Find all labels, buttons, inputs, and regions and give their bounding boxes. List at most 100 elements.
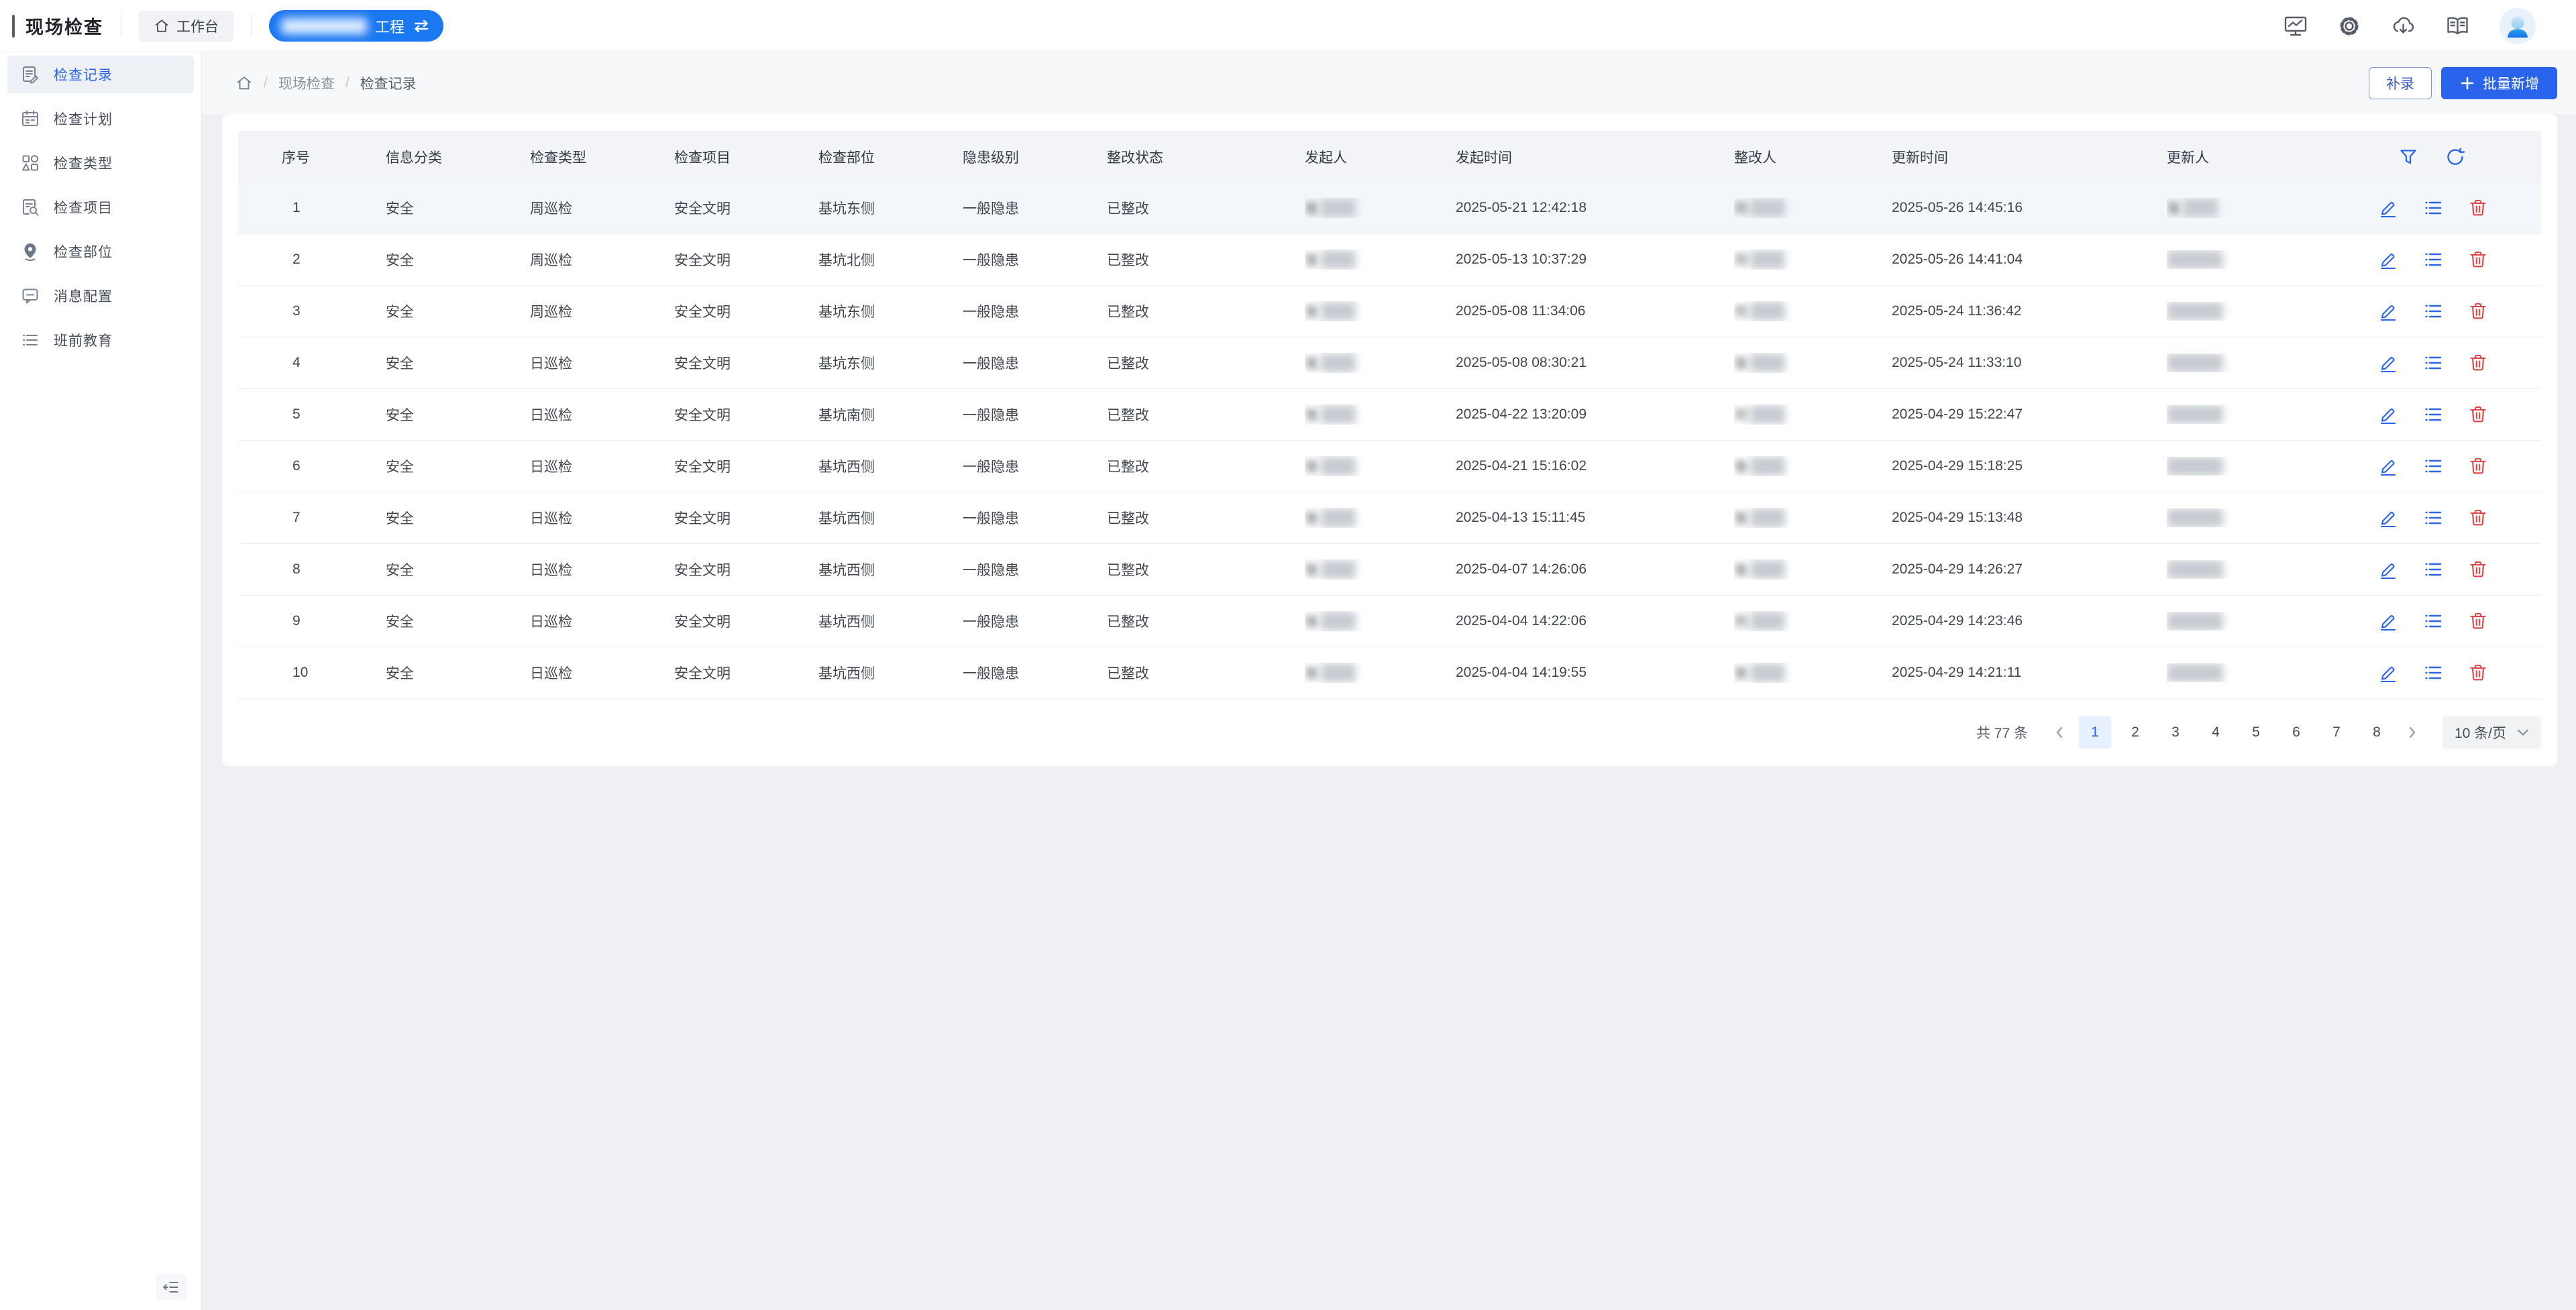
cell-check-type: 日巡检 [530,456,674,476]
refresh-icon[interactable] [2445,147,2465,167]
cell-initiated-at: 2025-04-22 13:20:09 [1456,406,1734,423]
sidebar-item-label: 班前教育 [54,330,113,350]
shapes-icon [20,153,40,173]
edit-icon[interactable] [2378,559,2398,580]
page-button-6[interactable]: 6 [2280,716,2312,749]
page-button-8[interactable]: 8 [2361,716,2393,749]
cell-status: 已整改 [1107,198,1305,218]
edit-icon[interactable] [2378,456,2398,476]
collapse-sidebar-icon [162,1278,180,1296]
col-header: 检查类型 [530,147,674,167]
page-button-1[interactable]: 1 [2079,716,2111,749]
prev-page-button[interactable] [2048,716,2071,749]
detail-list-icon[interactable] [2423,404,2443,425]
page-button-4[interactable]: 4 [2200,716,2232,749]
edit-icon[interactable] [2378,663,2398,683]
delete-icon[interactable] [2468,353,2488,373]
sidebar-item-inspection-records[interactable]: 检查记录 [7,56,194,93]
cell-location: 基坑南侧 [818,404,963,425]
edit-icon[interactable] [2378,508,2398,528]
page-button-7[interactable]: 7 [2320,716,2353,749]
cell-index: 6 [282,458,386,474]
detail-list-icon[interactable] [2423,353,2443,373]
table-row[interactable]: 7 安全 日巡检 安全文明 基坑西侧 一般隐患 已整改 张 2025-04-13… [238,492,2541,544]
table-row[interactable]: 4 安全 日巡检 安全文明 基坑东侧 一般隐患 已整改 张 2025-05-08… [238,337,2541,389]
detail-list-icon[interactable] [2423,301,2443,321]
backfill-button[interactable]: 补录 [2369,67,2432,99]
cell-index: 8 [282,561,386,578]
collapse-sidebar-button[interactable] [156,1274,186,1301]
delete-icon[interactable] [2468,404,2488,425]
detail-list-icon[interactable] [2423,611,2443,631]
cloud-download-icon[interactable] [2391,15,2416,36]
cell-initiated-at: 2025-05-08 08:30:21 [1456,355,1734,371]
cell-category: 安全 [386,301,530,321]
avatar[interactable] [2500,8,2536,44]
delete-icon[interactable] [2468,508,2488,528]
cell-initiated-at: 2025-05-13 10:37:29 [1456,252,1734,268]
sidebar-item-inspection-type[interactable]: 检查类型 [7,144,194,182]
edit-icon[interactable] [2378,611,2398,631]
delete-icon[interactable] [2468,250,2488,270]
col-header: 发起人 [1305,147,1456,167]
cell-updated-at: 2025-04-29 14:21:11 [1892,665,2167,681]
edit-icon[interactable] [2378,198,2398,218]
cell-hazard-level: 一般隐患 [963,198,1107,218]
table-row[interactable]: 10 安全 日巡检 安全文明 基坑西侧 一般隐患 已整改 张 2025-04-0… [238,647,2541,699]
doc-search-icon [20,197,40,217]
filter-icon[interactable] [2398,147,2418,167]
detail-list-icon[interactable] [2423,508,2443,528]
breadcrumb-parent[interactable]: 现场检查 [278,73,335,93]
delete-icon[interactable] [2468,198,2488,218]
edit-icon[interactable] [2378,250,2398,270]
sidebar-item-message-config[interactable]: 消息配置 [7,277,194,315]
detail-list-icon[interactable] [2423,250,2443,270]
manual-icon[interactable] [2445,15,2470,36]
page-button-3[interactable]: 3 [2159,716,2192,749]
col-header: 检查项目 [674,147,818,167]
sidebar-item-pre-shift-education[interactable]: 班前教育 [7,321,194,359]
delete-icon[interactable] [2468,559,2488,580]
breadcrumb-home-icon[interactable] [235,74,253,92]
page-button-2[interactable]: 2 [2119,716,2151,749]
cell-updater [2167,353,2375,372]
batch-add-button[interactable]: 批量新增 [2441,67,2557,99]
edit-icon[interactable] [2378,301,2398,321]
delete-icon[interactable] [2468,611,2488,631]
table-row[interactable]: 5 安全 日巡检 安全文明 基坑南侧 一般隐患 已整改 张 2025-04-22… [238,389,2541,441]
next-page-button[interactable] [2401,716,2424,749]
cell-updated-at: 2025-04-29 15:22:47 [1892,406,2167,423]
table-row[interactable]: 6 安全 日巡检 安全文明 基坑西侧 一般隐患 已整改 张 2025-04-21… [238,441,2541,492]
table-row[interactable]: 2 安全 周巡检 安全文明 基坑北侧 一般隐患 已整改 张 2025-05-13… [238,234,2541,286]
workbench-button[interactable]: 工作台 [139,11,233,42]
table-row[interactable]: 9 安全 日巡检 安全文明 基坑西侧 一般隐患 已整改 张 2025-04-04… [238,596,2541,647]
page-button-5[interactable]: 5 [2240,716,2272,749]
project-switcher[interactable]: 工程 [269,10,443,42]
project-name-suffix: 工程 [375,15,405,37]
cell-status: 已整改 [1107,456,1305,476]
table-row[interactable]: 3 安全 周巡检 安全文明 基坑东侧 一般隐患 已整改 张 2025-05-08… [238,286,2541,337]
sidebar-item-inspection-plan[interactable]: 检查计划 [7,100,194,138]
page-size-select[interactable]: 10 条/页 [2443,716,2541,749]
sidebar-item-label: 检查部位 [54,241,113,262]
detail-list-icon[interactable] [2423,456,2443,476]
detail-list-icon[interactable] [2423,663,2443,683]
sidebar-item-inspection-location[interactable]: 检查部位 [7,233,194,270]
cell-updater [2167,560,2375,579]
cell-location: 基坑西侧 [818,611,963,631]
detail-list-icon[interactable] [2423,559,2443,580]
cell-updater [2167,302,2375,321]
delete-icon[interactable] [2468,663,2488,683]
dashboard-icon[interactable] [2284,15,2308,38]
sidebar-item-inspection-project[interactable]: 检查项目 [7,188,194,226]
table-row[interactable]: 8 安全 日巡检 安全文明 基坑西侧 一般隐患 已整改 张 2025-04-07… [238,544,2541,596]
detail-list-icon[interactable] [2423,198,2443,218]
cell-check-type: 周巡检 [530,301,674,321]
table-row[interactable]: 1 安全 周巡检 安全文明 基坑东侧 一般隐患 已整改 张 2025-05-21… [238,182,2541,234]
edit-icon[interactable] [2378,353,2398,373]
delete-icon[interactable] [2468,456,2488,476]
table-card: 序号 信息分类 检查类型 检查项目 检查部位 隐患级别 整改状态 发起人 发起时… [222,114,2557,766]
edit-icon[interactable] [2378,404,2398,425]
delete-icon[interactable] [2468,301,2488,321]
settings-icon[interactable] [2337,14,2361,38]
